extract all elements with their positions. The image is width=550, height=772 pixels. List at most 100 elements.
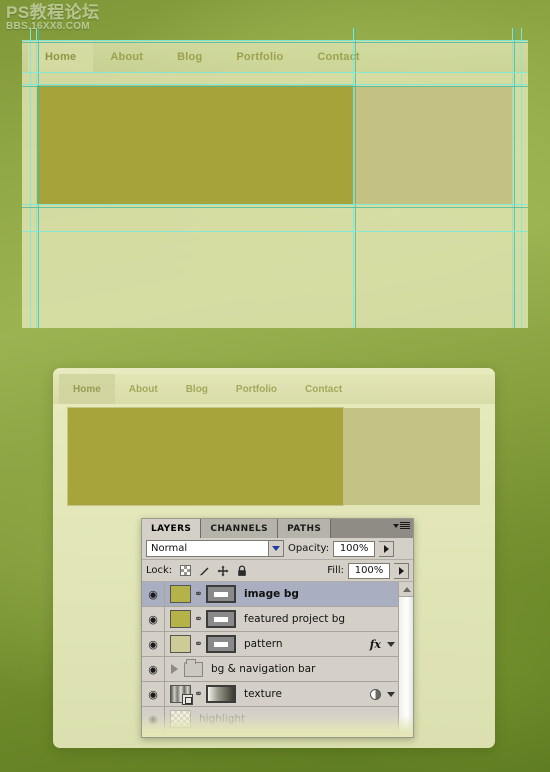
layer-mask-thumbnail[interactable] (206, 610, 236, 628)
layer-effects-icon[interactable]: fx (370, 638, 381, 651)
guide-vertical-6 (512, 28, 513, 328)
layer-mask-thumbnail[interactable] (206, 685, 236, 703)
nav2-item-home[interactable]: Home (59, 374, 115, 404)
layer-visibility-toggle[interactable]: ◉ (142, 607, 165, 631)
lock-transparency-icon[interactable] (180, 565, 192, 576)
layer-visibility-toggle[interactable]: ◉ (142, 707, 165, 731)
nav-item-blog[interactable]: Blog (160, 41, 219, 72)
chevron-up-icon (402, 586, 411, 592)
bottom-mockup-image-bg-block (68, 408, 343, 505)
guide-vertical-3 (38, 28, 39, 328)
folder-icon (184, 658, 203, 677)
blend-mode-select[interactable]: Normal (146, 540, 284, 557)
table-row[interactable]: ◉ ⚭ texture (142, 682, 413, 707)
guide-horizontal-5 (22, 86, 528, 87)
guide-vertical-8 (521, 28, 522, 328)
link-icon[interactable]: ⚭ (194, 689, 203, 700)
table-row[interactable]: ◉ highlight (142, 707, 413, 732)
layer-visibility-toggle[interactable]: ◉ (142, 582, 165, 606)
nav-item-contact[interactable]: Contact (300, 41, 376, 72)
tab-paths[interactable]: PATHS (278, 519, 332, 538)
link-icon[interactable]: ⚭ (194, 589, 203, 600)
layer-name[interactable]: bg & navigation bar (211, 663, 315, 675)
guide-horizontal-3 (22, 72, 528, 73)
nav2-item-about[interactable]: About (115, 374, 172, 404)
table-row[interactable]: ◉ ⚭ image bg (142, 582, 413, 607)
top-mockup-navbar: Home About Blog Portfolio Contact (22, 41, 528, 72)
guide-horizontal-7 (22, 207, 528, 208)
layer-thumbnail[interactable] (170, 710, 191, 728)
eye-icon: ◉ (148, 662, 158, 676)
chevron-down-icon[interactable] (387, 641, 395, 647)
photoshop-mockup-screenshot: PS教程论坛 BBS.16XX8.COM Home About Blog Por… (0, 0, 550, 772)
adjustment-icon[interactable] (370, 688, 381, 700)
lock-fill-row: Lock: Fill: 100% (142, 560, 413, 582)
layer-mask-thumbnail[interactable] (206, 585, 236, 603)
nav-item-about[interactable]: About (93, 41, 160, 72)
tab-layers[interactable]: LAYERS (142, 519, 202, 538)
layer-visibility-toggle[interactable]: ◉ (142, 657, 165, 681)
eye-icon: ◉ (148, 637, 158, 651)
top-mockup-nav-list: Home About Blog Portfolio Contact (22, 41, 528, 72)
layer-name[interactable]: featured project bg (244, 613, 345, 625)
layer-visibility-toggle[interactable]: ◉ (142, 632, 165, 656)
chevron-down-icon[interactable] (387, 691, 395, 697)
layer-thumbnail[interactable] (170, 635, 191, 653)
lock-all-icon[interactable] (236, 564, 248, 577)
eye-icon: ◉ (148, 687, 158, 701)
blend-opacity-row: Normal Opacity: 100% (142, 538, 413, 560)
table-row[interactable]: ◉ bg & navigation bar (142, 657, 413, 682)
layer-mask-thumbnail[interactable] (206, 635, 236, 653)
nav2-item-contact[interactable]: Contact (291, 374, 356, 404)
layer-thumbnail[interactable] (170, 685, 193, 705)
opacity-input[interactable]: 100% (333, 540, 376, 557)
fill-label: Fill: (327, 565, 344, 576)
hamburger-icon (400, 522, 410, 529)
opacity-slider-button[interactable] (379, 540, 395, 557)
layer-name[interactable]: pattern (244, 638, 283, 650)
layer-visibility-toggle[interactable]: ◉ (142, 682, 165, 706)
layer-name[interactable]: texture (244, 688, 282, 700)
nav-item-portfolio[interactable]: Portfolio (219, 41, 300, 72)
scroll-up-button[interactable] (399, 582, 413, 597)
opacity-label: Opacity: (288, 543, 330, 554)
tab-channels[interactable]: CHANNELS (201, 519, 279, 538)
table-row[interactable]: ◉ ⚭ featured project bg (142, 607, 413, 632)
lock-image-icon[interactable] (198, 565, 210, 577)
fill-input[interactable]: 100% (348, 562, 390, 579)
layer-name[interactable]: image bg (244, 588, 299, 600)
guide-vertical-5 (355, 28, 356, 328)
lock-label: Lock: (146, 565, 173, 576)
guide-vertical-7 (514, 28, 515, 328)
panel-menu-icon[interactable] (393, 522, 410, 529)
panel-tab-bar: LAYERS CHANNELS PATHS (142, 519, 413, 538)
top-mockup-with-guides: Home About Blog Portfolio Contact (22, 28, 528, 328)
guide-horizontal-1 (22, 40, 528, 41)
guide-horizontal-4 (22, 84, 528, 85)
guide-vertical-2 (36, 28, 37, 328)
fill-slider-button[interactable] (394, 562, 409, 579)
link-icon[interactable]: ⚭ (194, 639, 203, 650)
nav2-item-blog[interactable]: Blog (172, 374, 222, 404)
guide-horizontal-2 (22, 42, 528, 43)
guide-horizontal-8 (22, 231, 528, 232)
eye-icon: ◉ (148, 587, 158, 601)
chevron-down-icon[interactable] (268, 541, 283, 556)
layer-name[interactable]: highlight (199, 713, 245, 725)
smart-object-icon (182, 694, 193, 705)
layer-thumbnail[interactable] (170, 610, 191, 628)
nav2-item-portfolio[interactable]: Portfolio (222, 374, 291, 404)
watermark-main-text: PS教程论坛 (6, 3, 100, 22)
table-row[interactable]: ◉ ⚭ pattern fx (142, 632, 413, 657)
blend-mode-value: Normal (151, 543, 188, 554)
guide-vertical-1 (30, 28, 31, 328)
layers-list: ◉ ⚭ image bg ◉ ⚭ featured project bg ◉ ⚭… (142, 582, 413, 732)
link-icon[interactable]: ⚭ (194, 614, 203, 625)
vertical-scrollbar[interactable] (398, 582, 413, 732)
expand-group-icon[interactable] (171, 664, 178, 674)
guide-horizontal-6 (22, 204, 528, 205)
lock-position-icon[interactable] (217, 565, 229, 577)
layer-thumbnail[interactable] (170, 585, 191, 603)
guide-vertical-4 (353, 28, 354, 328)
lock-icon-group (180, 564, 248, 577)
